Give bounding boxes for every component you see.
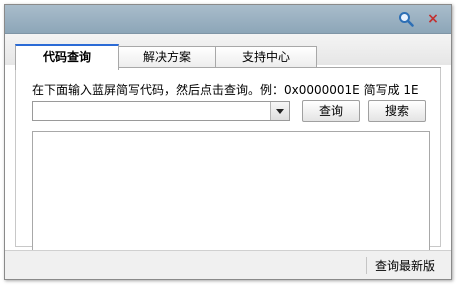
chevron-down-icon[interactable] <box>270 102 289 120</box>
code-combobox[interactable] <box>32 101 290 121</box>
tab-support-center[interactable]: 支持中心 <box>215 46 317 68</box>
close-glyph: × <box>427 11 439 27</box>
search-button[interactable]: 搜索 <box>368 100 426 122</box>
tab-support-center-label: 支持中心 <box>241 50 290 64</box>
search-icon[interactable] <box>398 11 414 27</box>
tab-solutions-label: 解决方案 <box>142 50 191 64</box>
close-icon[interactable]: × <box>425 11 441 27</box>
tab-strip: 代码查询 解决方案 支持中心 <box>15 44 441 70</box>
tab-solutions[interactable]: 解决方案 <box>117 46 217 68</box>
tab-code-query-label: 代码查询 <box>42 50 91 64</box>
instruction-text: 在下面输入蓝屏简写代码，然后点击查询。例：0x0000001E 简写成 1E <box>32 83 419 97</box>
title-bar: × <box>5 5 451 34</box>
tab-code-query[interactable]: 代码查询 <box>15 44 119 70</box>
result-textarea[interactable] <box>32 131 430 251</box>
app-window: × 代码查询 解决方案 支持中心 在下面输入蓝屏简写代码，然后点击查询。例：0x… <box>4 4 452 280</box>
code-query-panel: 在下面输入蓝屏简写代码，然后点击查询。例：0x0000001E 简写成 1E 查… <box>15 67 441 251</box>
status-bar: 查询最新版 <box>5 250 451 279</box>
tab-bar: 代码查询 解决方案 支持中心 <box>5 34 451 70</box>
latest-version-link[interactable]: 查询最新版 <box>365 257 435 274</box>
query-button[interactable]: 查询 <box>302 100 360 122</box>
